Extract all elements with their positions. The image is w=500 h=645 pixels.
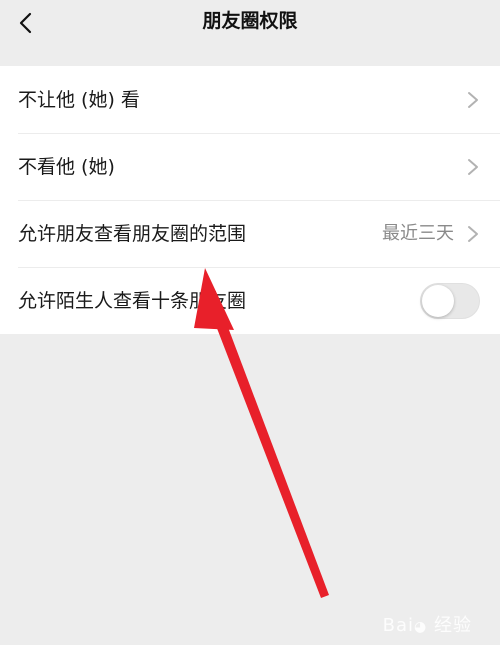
setting-value: 最近三天	[382, 222, 454, 244]
toggle-knob	[422, 284, 454, 317]
arrow-shaft	[213, 314, 329, 598]
setting-hide-their-moments[interactable]: 不看他 (她)	[0, 133, 500, 200]
page-title: 朋友圈权限	[202, 10, 298, 32]
chevron-right-icon	[468, 91, 478, 108]
nav-bar: 朋友圈权限	[0, 0, 500, 66]
watermark-logo: Bai◕ 经验	[382, 615, 472, 636]
setting-label: 不让他 (她) 看	[18, 88, 140, 111]
setting-label: 允许朋友查看朋友圈的范围	[18, 222, 247, 245]
chevron-right-icon	[468, 225, 478, 242]
setting-label: 允许陌生人查看十条朋友圈	[18, 289, 247, 312]
setting-strangers-view-ten-posts: 允许陌生人查看十条朋友圈	[0, 267, 500, 334]
setting-label: 不看他 (她)	[18, 155, 115, 178]
chevron-right-icon	[468, 158, 478, 175]
settings-list: 不让他 (她) 看 不看他 (她) 允许朋友查看朋友圈的范围 最近三天 允许陌生…	[0, 66, 500, 334]
setting-hide-my-moments[interactable]: 不让他 (她) 看	[0, 66, 500, 133]
setting-moments-visible-range[interactable]: 允许朋友查看朋友圈的范围 最近三天	[0, 200, 500, 267]
strangers-toggle[interactable]	[420, 282, 480, 319]
